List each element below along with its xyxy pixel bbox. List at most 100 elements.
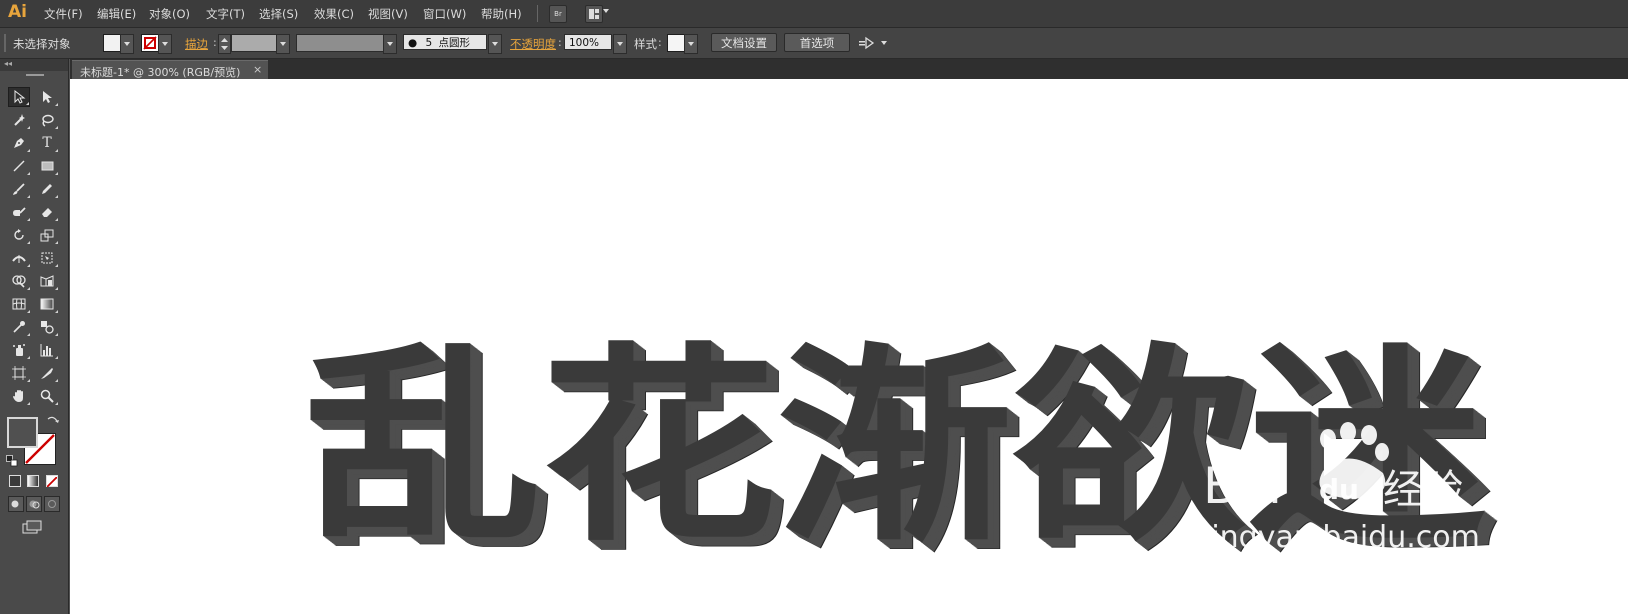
direct-selection-tool[interactable] — [36, 87, 58, 107]
selection-status: 未选择对象 — [13, 37, 71, 51]
eraser-tool[interactable] — [36, 202, 58, 222]
style-label-colon: : — [658, 36, 662, 49]
brush-definition-field[interactable]: ● 5 点圆形 — [403, 34, 487, 50]
fill-swatch[interactable] — [103, 34, 121, 52]
document-tab[interactable]: 未标题-1* @ 300% (RGB/预览) × — [72, 60, 268, 80]
draw-normal-button[interactable] — [8, 496, 24, 512]
close-tab-icon[interactable]: × — [253, 63, 262, 76]
eyedropper-tool[interactable] — [8, 317, 30, 337]
none-mode-button[interactable] — [46, 475, 58, 488]
rectangle-tool[interactable] — [36, 156, 58, 176]
opacity-label[interactable]: 不透明度 — [510, 36, 556, 52]
opacity-label-colon: : — [558, 36, 562, 49]
column-graph-tool[interactable] — [36, 340, 58, 360]
document-tab-title: 未标题-1* @ 300% (RGB/预览) — [80, 66, 241, 79]
arrange-documents-button[interactable] — [585, 5, 603, 23]
fill-dropdown[interactable] — [120, 34, 134, 54]
zoom-tool[interactable] — [36, 386, 58, 406]
variable-width-profile-dropdown[interactable] — [383, 34, 397, 54]
stroke-label[interactable]: 描边 — [185, 36, 208, 52]
gradient-tool[interactable] — [36, 294, 58, 314]
width-tool-icon — [12, 255, 26, 263]
style-label: 样式 — [634, 37, 657, 51]
none-slash-icon — [46, 476, 58, 488]
stroke-swatch[interactable] — [141, 34, 159, 52]
artboard-icon — [12, 366, 26, 380]
fill-color-swatch[interactable] — [7, 417, 38, 448]
blend-tool[interactable] — [36, 317, 58, 337]
default-colors-icon[interactable] — [6, 455, 18, 467]
opacity-dropdown[interactable] — [613, 34, 627, 54]
menu-effect[interactable]: 效果(C) — [314, 6, 354, 22]
preferences-button[interactable]: 首选项 — [784, 33, 850, 52]
free-transform-icon — [41, 252, 53, 264]
screen-mode-icon — [22, 520, 42, 534]
type-tool[interactable]: T — [36, 133, 58, 153]
color-mode-button[interactable] — [9, 475, 21, 487]
paintbrush-tool[interactable] — [8, 179, 30, 199]
hand-tool[interactable] — [8, 386, 30, 406]
draw-inside-button[interactable] — [44, 496, 60, 512]
menu-file[interactable]: 文件(F) — [44, 6, 83, 22]
menu-edit[interactable]: 编辑(E) — [97, 6, 136, 22]
opacity-field[interactable]: 100% — [564, 34, 612, 50]
swap-arrows-icon — [47, 416, 59, 423]
brush-definition-dropdown[interactable] — [488, 34, 502, 54]
width-tool[interactable] — [8, 248, 30, 268]
stroke-weight-dropdown[interactable] — [276, 34, 290, 54]
panel-options-dropdown-icon[interactable] — [881, 41, 887, 45]
shape-builder-icon — [12, 275, 26, 288]
menu-view[interactable]: 视图(V) — [368, 6, 408, 22]
lasso-icon — [42, 114, 54, 127]
control-bar: 未选择对象 描边 : ● 5 点圆形 不透明度 : 100% 样式 : 文档设置… — [0, 28, 1628, 59]
menu-select[interactable]: 选择(S) — [259, 6, 298, 22]
stroke-weight-stepper[interactable] — [218, 34, 231, 54]
menu-help[interactable]: 帮助(H) — [481, 6, 522, 22]
blend-icon — [41, 321, 54, 334]
baidu-jingyan-watermark: Bai du 经验 jingyan.baidu.com — [1202, 422, 1480, 555]
scale-tool[interactable] — [36, 225, 58, 245]
tools-panel-header[interactable]: ◂◂ — [0, 59, 68, 71]
pencil-icon — [42, 184, 52, 194]
panel-options-button[interactable] — [858, 36, 876, 50]
no-stroke-icon — [143, 36, 157, 50]
artboard-tool[interactable] — [8, 363, 30, 383]
tools-panel-grip[interactable] — [26, 74, 44, 76]
mesh-tool[interactable] — [8, 294, 30, 314]
line-segment-tool[interactable] — [8, 156, 30, 176]
menu-object[interactable]: 对象(O) — [149, 6, 190, 22]
variable-width-profile-field[interactable] — [296, 34, 384, 52]
stroke-weight-field[interactable] — [231, 34, 277, 52]
rotate-tool[interactable] — [8, 225, 30, 245]
lasso-tool[interactable] — [36, 110, 58, 130]
draw-normal-icon — [11, 500, 19, 508]
bridge-button[interactable]: Br — [549, 5, 567, 23]
change-screen-mode-button[interactable] — [22, 519, 44, 535]
hand-icon — [13, 390, 23, 402]
blob-brush-tool[interactable] — [8, 202, 30, 222]
stroke-dropdown[interactable] — [158, 34, 172, 54]
arrange-documents-icon — [589, 9, 599, 19]
symbol-sprayer-tool[interactable] — [8, 340, 30, 360]
default-colors-squares-icon — [6, 455, 18, 467]
magic-wand-tool[interactable] — [8, 110, 30, 130]
menu-window[interactable]: 窗口(W) — [423, 6, 466, 22]
arrange-dropdown-icon[interactable] — [603, 9, 609, 13]
perspective-grid-tool[interactable] — [36, 271, 58, 291]
line-segment-icon — [13, 160, 25, 172]
shape-builder-tool[interactable] — [8, 271, 30, 291]
menu-type[interactable]: 文字(T) — [206, 6, 245, 22]
collapse-panel-icon[interactable]: ◂◂ — [4, 59, 12, 68]
selection-tool[interactable] — [8, 87, 30, 107]
free-transform-tool[interactable] — [36, 248, 58, 268]
slice-tool[interactable] — [36, 363, 58, 383]
selection-arrow-icon — [14, 90, 26, 104]
pen-tool[interactable] — [8, 133, 30, 153]
gradient-mode-button[interactable] — [27, 475, 39, 487]
pencil-tool[interactable] — [36, 179, 58, 199]
graphic-style-swatch[interactable] — [667, 34, 685, 52]
draw-behind-button[interactable] — [26, 496, 42, 512]
document-setup-button[interactable]: 文档设置 — [711, 33, 777, 52]
graphic-style-dropdown[interactable] — [684, 34, 698, 54]
swap-fill-stroke-icon[interactable] — [46, 415, 60, 427]
